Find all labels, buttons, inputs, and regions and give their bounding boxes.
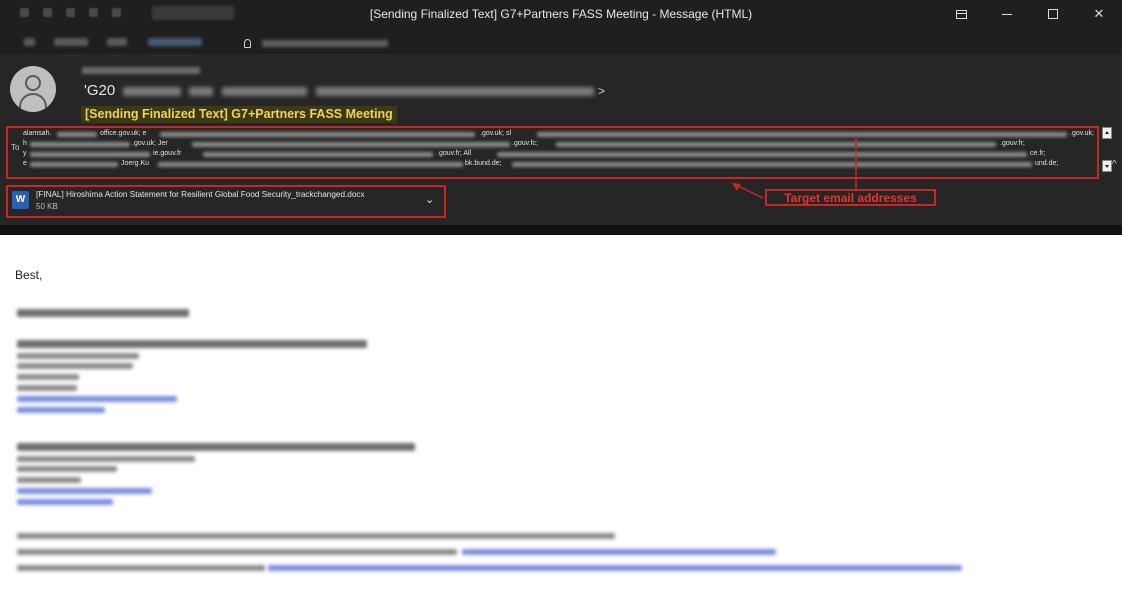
outlook-message-window: [Sending Finalized Text] G7+Partners FAS… bbox=[0, 0, 1122, 594]
attachment-name[interactable]: [FINAL] Hiroshima Action Statement for R… bbox=[36, 190, 365, 199]
recipient-fragment: .gov.uk; sl bbox=[480, 130, 511, 137]
attachment-size: 50 KB bbox=[36, 202, 58, 211]
message-header: 'G20 > [Sending Finalized Text] G7+Partn… bbox=[0, 54, 1122, 225]
group-notice-line bbox=[17, 533, 615, 539]
maximize-icon bbox=[1048, 9, 1058, 19]
unsubscribe-link[interactable] bbox=[462, 549, 776, 555]
recipients-scroll-down-button[interactable] bbox=[1102, 160, 1112, 172]
minimize-icon bbox=[1002, 13, 1012, 15]
recipient-fragment: .gouv.fr; bbox=[1000, 140, 1025, 147]
recipient-fragment: und.de; bbox=[1035, 160, 1059, 167]
close-button[interactable]: ✕ bbox=[1076, 0, 1122, 28]
sender-name[interactable]: 'G20 bbox=[84, 82, 115, 99]
recipient-fragment: alamsah. bbox=[23, 130, 52, 137]
annotation-label: Target email addresses bbox=[765, 189, 936, 206]
recipient-fragment: Joerg.Ku bbox=[121, 160, 150, 167]
attachment-options-chevron-icon[interactable]: ⌄ bbox=[425, 193, 434, 206]
recipient-fragment: ie.gouv.fr bbox=[153, 150, 182, 157]
subject-line: [Sending Finalized Text] G7+Partners FAS… bbox=[81, 106, 397, 123]
recipient-fragment: ce.fr; bbox=[1030, 150, 1046, 157]
recipient-fragment: y bbox=[23, 150, 27, 157]
recipient-fragment: office.gov.uk; e bbox=[100, 130, 147, 137]
signature-web-link-2[interactable] bbox=[17, 499, 113, 505]
word-document-icon: W bbox=[12, 191, 29, 209]
ribbon-display-icon bbox=[955, 9, 967, 19]
signature-email-link-1[interactable] bbox=[17, 396, 177, 402]
message-body: Best, bbox=[0, 235, 1122, 594]
menu-file[interactable] bbox=[24, 38, 35, 46]
recipient-fragment: e bbox=[23, 160, 27, 167]
signature-email-link-2[interactable] bbox=[17, 488, 152, 494]
signature-office-name bbox=[17, 309, 189, 317]
title-bar: [Sending Finalized Text] G7+Partners FAS… bbox=[0, 0, 1122, 28]
ribbon-display-button[interactable] bbox=[938, 0, 984, 28]
menu-attachments[interactable] bbox=[148, 38, 202, 46]
recipient-fragment: .gov.uk; Jer bbox=[132, 140, 168, 147]
menu-bar bbox=[0, 28, 1122, 54]
maximize-button[interactable] bbox=[1030, 0, 1076, 28]
close-icon: ✕ bbox=[1093, 6, 1105, 21]
group-web-link[interactable] bbox=[268, 565, 962, 571]
recipient-fragment: bk.bund.de; bbox=[465, 160, 502, 167]
recipients-scroll-up-button[interactable] bbox=[1102, 127, 1112, 139]
tell-me-input[interactable] bbox=[262, 40, 388, 47]
greeting: Best, bbox=[15, 268, 43, 282]
recipient-fragment: .gouv.fc; bbox=[512, 140, 538, 147]
recipient-fragment: h bbox=[23, 140, 27, 147]
menu-message[interactable] bbox=[54, 38, 88, 46]
avatar[interactable] bbox=[10, 66, 56, 112]
recipient-fragment: .gov.uk; bbox=[1070, 130, 1094, 137]
minimize-button[interactable] bbox=[984, 0, 1030, 28]
recipient-fragment: .gouv.fr; All bbox=[437, 150, 472, 157]
person-icon bbox=[25, 75, 41, 91]
signature-ministry-2 bbox=[17, 443, 415, 451]
sent-date bbox=[82, 67, 200, 74]
header-body-divider bbox=[0, 225, 1122, 235]
signature-ministry-1 bbox=[17, 340, 367, 348]
collapse-header-icon[interactable]: ^ bbox=[1112, 159, 1117, 170]
lightbulb-icon bbox=[244, 39, 251, 48]
menu-help[interactable] bbox=[107, 38, 127, 46]
signature-web-link-1[interactable] bbox=[17, 407, 105, 413]
